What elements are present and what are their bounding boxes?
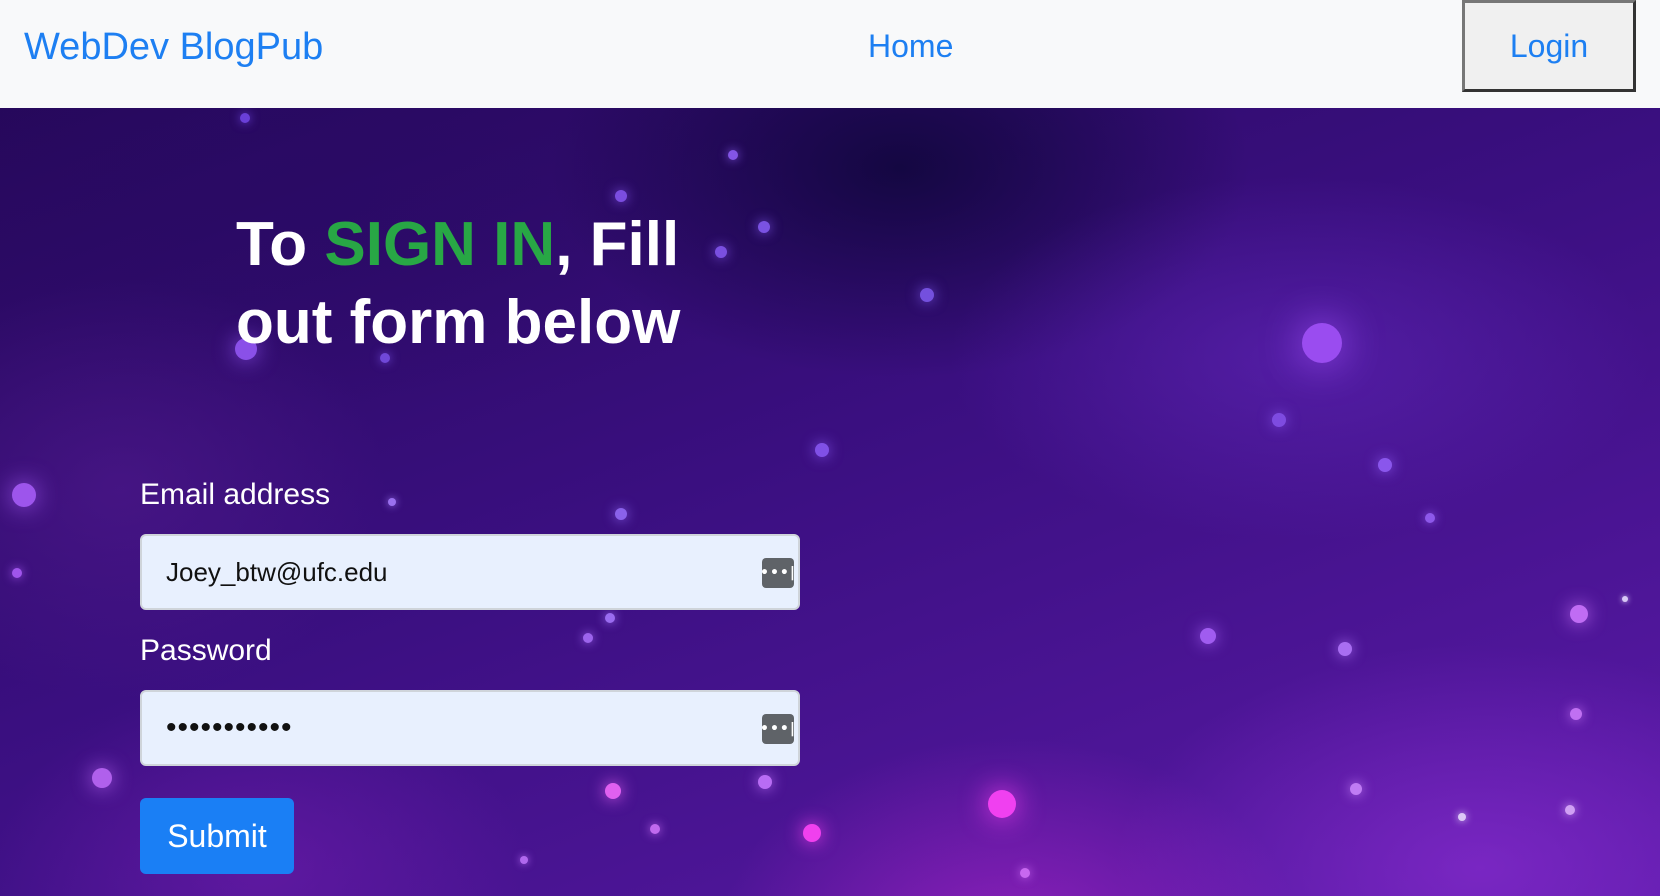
star-dot [1302,323,1342,363]
star-dot [1378,458,1392,472]
star-dot [388,498,396,506]
password-field[interactable] [166,711,746,745]
star-dot [1570,605,1588,623]
star-dot [583,633,593,643]
star-dot [920,288,934,302]
star-dot [605,613,615,623]
star-dot [803,824,821,842]
email-label: Email address [140,478,331,511]
password-label: Password [140,634,272,667]
star-dot [1570,708,1582,720]
star-dot [1565,805,1575,815]
heading-suffix: , Fill [555,210,680,279]
heading-prefix: To [236,210,325,279]
star-dot [12,483,36,507]
star-dot [615,508,627,520]
star-dot [1338,642,1352,656]
login-button[interactable]: Login [1462,0,1636,92]
email-field-container: •••| [140,534,800,610]
nav-home-link[interactable]: Home [868,28,953,65]
star-dot [1458,813,1466,821]
star-dot [1020,868,1030,878]
brand-link[interactable]: WebDev BlogPub [24,26,323,69]
star-dot [240,113,250,123]
password-manager-icon[interactable]: •••| [760,558,795,588]
star-dot [758,775,772,789]
star-dot [815,443,829,457]
hero-section: To SIGN IN, Fill out form below Email add… [0,108,1660,896]
heading-line2: out form below [236,288,681,357]
email-field[interactable] [166,556,746,588]
star-dot [1622,596,1628,602]
star-dot [1200,628,1216,644]
star-dot [605,783,621,799]
star-dot [92,768,112,788]
heading-accent: SIGN IN [324,210,556,279]
star-dot [1272,413,1286,427]
star-dot [615,190,627,202]
star-dot [1350,783,1362,795]
password-manager-icon[interactable]: •••| [760,714,795,744]
star-dot [520,856,528,864]
password-field-container: •••| [140,690,800,766]
star-dot [758,221,770,233]
submit-button[interactable]: Submit [140,798,294,874]
navbar: WebDev BlogPub Home Login [0,0,1660,108]
star-dot [650,824,660,834]
star-dot [988,790,1016,818]
star-dot [728,150,738,160]
star-dot [12,568,22,578]
star-dot [1425,513,1435,523]
page-heading: To SIGN IN, Fill out form below [236,206,756,362]
